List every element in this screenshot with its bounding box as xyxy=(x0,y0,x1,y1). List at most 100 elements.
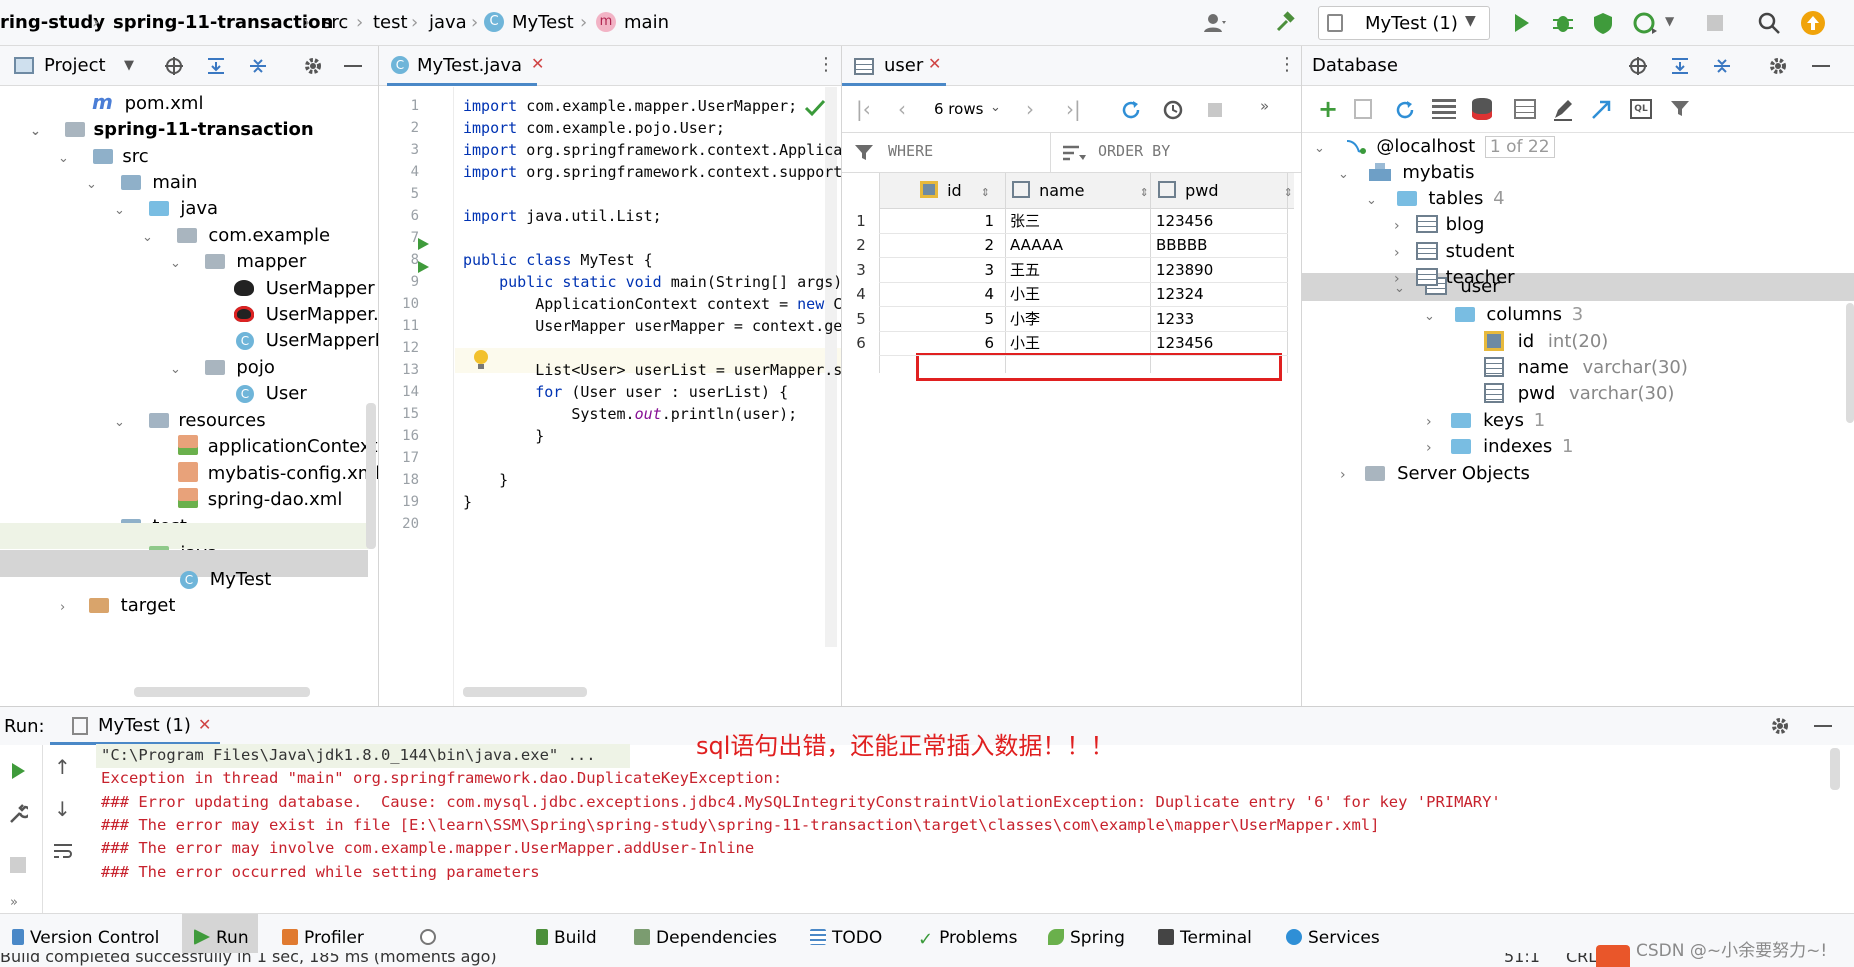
column-header-name[interactable]: name ⇕ xyxy=(1012,181,1149,200)
breadcrumb-src[interactable]: src xyxy=(322,12,348,33)
tree-item-target[interactable]: › target xyxy=(60,590,175,621)
expand-all-icon[interactable] xyxy=(1670,56,1690,76)
cell-pwd[interactable]: 12324 xyxy=(1156,282,1204,306)
cell-name[interactable]: 小王 xyxy=(1010,282,1040,306)
collapse-all-icon[interactable] xyxy=(1712,56,1732,76)
code-line[interactable]: } xyxy=(463,471,508,489)
more-actions-icon[interactable]: » xyxy=(1260,97,1269,115)
tool-version-control[interactable]: Version Control xyxy=(12,926,159,950)
update-icon[interactable] xyxy=(1800,10,1826,36)
cell-id[interactable]: 5 xyxy=(902,307,994,331)
sql-console-icon[interactable]: QL xyxy=(1630,99,1652,119)
run-icon[interactable] xyxy=(1508,10,1534,36)
code-line[interactable]: List<User> userList = userMapper.s xyxy=(463,361,841,379)
tab-mytest-java[interactable]: C MyTest.java ✕ xyxy=(387,46,544,86)
row-number[interactable]: 1 xyxy=(846,212,876,230)
cell-pwd[interactable]: BBBBB xyxy=(1156,233,1207,257)
stop-icon[interactable] xyxy=(1702,10,1728,36)
tool-terminal[interactable]: Terminal xyxy=(1158,926,1252,950)
coverage-icon[interactable] xyxy=(1590,10,1616,36)
code-line[interactable]: import java.util.List; xyxy=(463,207,662,225)
tab-run-mytest[interactable]: MyTest (1) ✕ xyxy=(50,707,220,745)
sort-arrows-icon[interactable]: ⇕ xyxy=(1284,186,1293,199)
copy-icon[interactable] xyxy=(1354,99,1372,119)
cell-id[interactable]: 3 xyxy=(902,258,994,282)
tool-todo[interactable]: TODO xyxy=(810,926,882,950)
more-icon[interactable]: » xyxy=(10,895,18,910)
refresh-icon[interactable] xyxy=(1120,99,1142,121)
row-number[interactable]: 2 xyxy=(846,236,876,254)
arrow-down-icon[interactable]: ↓ xyxy=(54,797,71,821)
tool-spring[interactable]: Spring xyxy=(1048,926,1125,950)
last-page-icon[interactable]: ›| xyxy=(1066,97,1081,121)
breadcrumb-project[interactable]: ring-study xyxy=(0,12,105,33)
profiler-icon[interactable] xyxy=(1632,10,1658,36)
code-line[interactable]: } xyxy=(463,493,472,511)
chevron-down-icon[interactable]: ▼ xyxy=(1665,14,1674,28)
tool-run[interactable]: Run xyxy=(194,926,249,950)
code-line[interactable]: System.out.println(user); xyxy=(463,405,797,423)
edit-icon[interactable] xyxy=(1552,99,1574,121)
sort-arrows-icon[interactable]: ⇕ xyxy=(1140,186,1149,199)
tree-item-spring-dao[interactable]: spring-dao.xml xyxy=(178,484,342,515)
code-line[interactable]: import org.springframework.context.suppo… xyxy=(463,163,841,181)
debug-icon[interactable] xyxy=(1550,10,1576,36)
row-number[interactable]: 4 xyxy=(846,285,876,303)
breadcrumb-module[interactable]: spring-11-transaction xyxy=(113,12,333,33)
cell-name[interactable]: 小王 xyxy=(1010,331,1040,355)
jump-icon[interactable] xyxy=(1590,99,1612,121)
expand-all-icon[interactable] xyxy=(206,56,226,76)
run-configuration-select[interactable]: MyTest (1) ▼ xyxy=(1318,6,1490,40)
rerun-icon[interactable] xyxy=(8,761,28,781)
tree-item-server-objects[interactable]: › Server Objects xyxy=(1340,458,1530,489)
tree-item-table[interactable]: › teacher xyxy=(1394,262,1515,293)
chevron-down-icon[interactable]: ▼ xyxy=(124,58,134,73)
close-icon[interactable]: ✕ xyxy=(928,54,941,73)
stop-icon[interactable] xyxy=(10,857,26,873)
stop-icon[interactable] xyxy=(1206,101,1224,119)
rows-count[interactable]: 6 rows xyxy=(934,100,983,118)
cell-name[interactable]: 张三 xyxy=(1010,209,1040,233)
tree-item-mytest[interactable]: C MyTest xyxy=(180,564,271,595)
datasource-icon[interactable] xyxy=(1472,98,1492,120)
wrench-icon[interactable] xyxy=(8,803,28,825)
scrollbar[interactable] xyxy=(366,403,376,549)
cell-id[interactable]: 1 xyxy=(902,209,994,233)
cell-name[interactable]: 王五 xyxy=(1010,258,1040,282)
search-icon[interactable] xyxy=(1756,10,1782,36)
user-icon[interactable] xyxy=(1202,10,1228,36)
code-line[interactable]: import com.example.pojo.User; xyxy=(463,119,725,137)
breadcrumb-method[interactable]: main xyxy=(624,12,669,33)
locate-icon[interactable] xyxy=(164,56,184,76)
scrollbar[interactable] xyxy=(1846,303,1854,423)
gear-icon[interactable] xyxy=(1768,56,1788,76)
breadcrumb-java[interactable]: java xyxy=(429,12,467,33)
close-icon[interactable]: ✕ xyxy=(198,715,211,734)
gear-icon[interactable] xyxy=(303,56,323,76)
row-number[interactable]: 6 xyxy=(846,334,876,352)
table-icon[interactable] xyxy=(1514,99,1536,119)
chevron-down-icon[interactable]: ⌄ xyxy=(990,100,1001,115)
refresh-icon[interactable] xyxy=(1394,99,1416,121)
scrollbar-horizontal[interactable] xyxy=(463,687,587,697)
tab-user-table[interactable]: user ✕ xyxy=(842,46,946,86)
first-page-icon[interactable]: |‹ xyxy=(856,97,871,121)
history-icon[interactable] xyxy=(1162,99,1186,121)
prev-page-icon[interactable]: ‹ xyxy=(898,97,906,121)
soft-wrap-icon[interactable] xyxy=(52,841,74,861)
where-filter-input[interactable]: WHERE xyxy=(888,142,933,160)
add-icon[interactable]: + xyxy=(1318,95,1338,123)
more-icon[interactable]: ⋮ xyxy=(1278,54,1296,75)
next-page-icon[interactable]: › xyxy=(1026,97,1034,121)
locate-icon[interactable] xyxy=(1628,56,1648,76)
breadcrumb-test[interactable]: test xyxy=(373,12,408,33)
code-line[interactable]: } xyxy=(463,427,544,445)
tool-services[interactable]: Services xyxy=(1286,926,1380,950)
collapse-all-icon[interactable] xyxy=(248,56,268,76)
cell-pwd[interactable]: 123456 xyxy=(1156,209,1213,233)
order-by-input[interactable]: ORDER BY xyxy=(1098,142,1170,160)
sort-arrows-icon[interactable]: ⇕ xyxy=(981,186,990,199)
row-number[interactable]: 5 xyxy=(846,310,876,328)
cell-pwd[interactable]: 1233 xyxy=(1156,307,1194,331)
column-header-pwd[interactable]: pwd ⇕ xyxy=(1158,181,1293,200)
